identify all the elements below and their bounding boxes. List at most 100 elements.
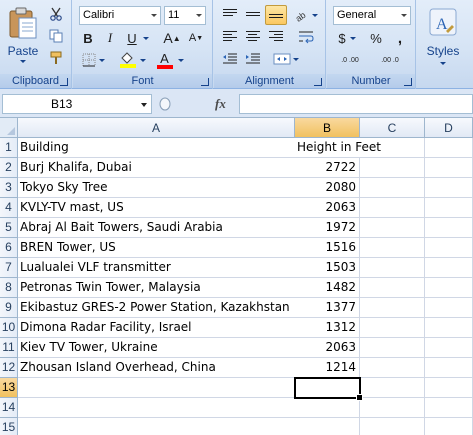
font-launcher-icon[interactable] (201, 78, 209, 86)
table-cell[interactable] (360, 338, 425, 358)
align-center-button[interactable] (242, 27, 264, 47)
styles-button[interactable]: A Styles (421, 2, 465, 86)
row-header[interactable]: 10 (0, 318, 18, 338)
name-box[interactable]: B13 (2, 94, 152, 114)
table-cell[interactable]: Building (18, 138, 295, 158)
row-header[interactable]: 9 (0, 298, 18, 318)
decrease-indent-button[interactable] (219, 49, 241, 69)
align-middle-button[interactable] (242, 5, 264, 25)
paste-button[interactable]: Paste (2, 2, 44, 70)
table-cell[interactable] (360, 238, 425, 258)
table-cell[interactable] (360, 258, 425, 278)
underline-dropdown-icon[interactable] (142, 28, 150, 48)
table-cell[interactable] (425, 298, 473, 318)
row-header[interactable]: 13 (0, 378, 18, 398)
table-cell[interactable] (18, 418, 295, 435)
select-all-corner[interactable] (0, 118, 18, 138)
table-cell[interactable]: Zhousan Island Overhead, China (18, 358, 295, 378)
table-cell[interactable]: Height in Feet (295, 138, 381, 158)
table-cell[interactable] (360, 398, 425, 418)
circle-handle-icon[interactable] (157, 94, 173, 114)
currency-button[interactable]: $ (332, 28, 362, 48)
number-format-select[interactable]: General (333, 6, 411, 25)
table-cell[interactable]: BREN Tower, US (18, 238, 295, 258)
copy-button[interactable] (46, 27, 66, 45)
table-cell[interactable] (360, 298, 425, 318)
merge-center-button[interactable] (270, 49, 302, 69)
table-cell[interactable] (425, 378, 473, 398)
clipboard-launcher-icon[interactable] (60, 78, 68, 86)
align-right-button[interactable] (265, 27, 287, 47)
orientation-button[interactable]: ab (290, 5, 322, 25)
table-cell[interactable] (425, 238, 473, 258)
column-header-c[interactable]: C (360, 118, 425, 138)
fill-color-button[interactable] (115, 50, 149, 70)
table-cell[interactable] (360, 318, 425, 338)
table-cell[interactable]: Lualualei VLF transmitter (18, 258, 295, 278)
wrap-text-button[interactable] (294, 27, 318, 47)
table-cell[interactable] (425, 358, 473, 378)
decrease-decimal-button[interactable]: .00 .0 (372, 50, 408, 70)
row-header[interactable]: 1 (0, 138, 18, 158)
bold-button[interactable]: B (78, 28, 98, 48)
table-cell[interactable] (360, 418, 425, 435)
row-header[interactable]: 14 (0, 398, 18, 418)
font-name-select[interactable]: Calibri (79, 6, 161, 25)
table-cell[interactable]: 2722 (295, 158, 360, 178)
row-header[interactable]: 15 (0, 418, 18, 435)
table-cell[interactable] (425, 258, 473, 278)
table-cell[interactable]: 1972 (295, 218, 360, 238)
column-header-d[interactable]: D (425, 118, 473, 138)
table-cell[interactable]: Petronas Twin Tower, Malaysia (18, 278, 295, 298)
table-cell[interactable] (360, 198, 425, 218)
percent-button[interactable]: % (365, 28, 387, 48)
row-header[interactable]: 7 (0, 258, 18, 278)
row-header[interactable]: 8 (0, 278, 18, 298)
worksheet-grid[interactable]: A B C D 1 Building Height in Feet 2 Burj Kha… (0, 118, 473, 435)
table-cell[interactable] (425, 138, 473, 158)
table-cell[interactable]: Tokyo Sky Tree (18, 178, 295, 198)
table-cell[interactable] (360, 358, 425, 378)
table-cell[interactable] (425, 178, 473, 198)
font-size-select[interactable]: 11 (164, 6, 206, 25)
grow-font-button[interactable]: A ▲ (161, 28, 183, 48)
table-cell[interactable] (425, 418, 473, 435)
name-box-dropdown-icon[interactable] (141, 103, 147, 107)
table-cell[interactable]: 1312 (295, 318, 360, 338)
table-cell[interactable]: 1516 (295, 238, 360, 258)
underline-button[interactable]: U (122, 28, 142, 48)
borders-button[interactable] (78, 50, 108, 70)
table-cell[interactable] (425, 218, 473, 238)
row-header[interactable]: 5 (0, 218, 18, 238)
column-header-a[interactable]: A (18, 118, 295, 138)
table-cell[interactable] (360, 278, 425, 298)
table-cell[interactable] (425, 198, 473, 218)
table-cell[interactable] (425, 338, 473, 358)
table-cell[interactable] (18, 398, 295, 418)
table-cell[interactable]: Kiev TV Tower, Ukraine (18, 338, 295, 358)
table-cell[interactable] (295, 398, 360, 418)
column-header-b[interactable]: B (295, 118, 360, 138)
table-cell[interactable]: 2080 (295, 178, 360, 198)
font-color-button[interactable]: A (153, 50, 187, 70)
comma-button[interactable]: , (389, 28, 411, 48)
row-header[interactable]: 2 (0, 158, 18, 178)
row-header[interactable]: 11 (0, 338, 18, 358)
table-cell[interactable]: Burj Khalifa, Dubai (18, 158, 295, 178)
table-cell[interactable] (18, 378, 295, 398)
table-cell[interactable] (425, 398, 473, 418)
row-header[interactable]: 3 (0, 178, 18, 198)
table-cell[interactable]: 1214 (295, 358, 360, 378)
number-launcher-icon[interactable] (404, 78, 412, 86)
table-cell[interactable] (360, 218, 425, 238)
cut-button[interactable] (46, 5, 66, 23)
align-bottom-button[interactable] (265, 5, 287, 25)
table-cell[interactable]: KVLY-TV mast, US (18, 198, 295, 218)
increase-indent-button[interactable] (242, 49, 264, 69)
align-left-button[interactable] (219, 27, 241, 47)
table-cell[interactable] (360, 378, 425, 398)
table-cell[interactable] (360, 158, 425, 178)
table-cell[interactable]: Abraj Al Bait Towers, Saudi Arabia (18, 218, 295, 238)
table-cell[interactable]: 2063 (295, 338, 360, 358)
row-header[interactable]: 4 (0, 198, 18, 218)
